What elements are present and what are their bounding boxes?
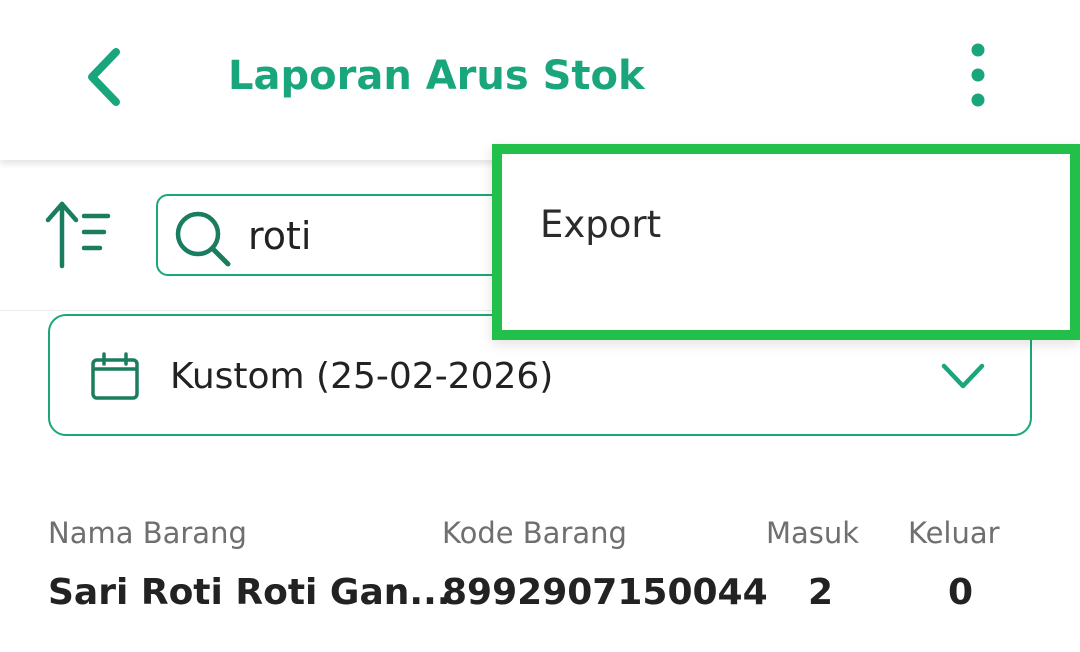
page-title: Laporan Arus Stok (228, 53, 645, 99)
more-options-button[interactable] (958, 40, 998, 114)
cell-masuk: 2 (808, 572, 834, 613)
app-bar: Laporan Arus Stok (0, 0, 1080, 160)
search-input[interactable] (248, 208, 528, 264)
column-header-masuk: Masuk (766, 516, 860, 550)
chevron-left-icon (88, 48, 120, 106)
more-vertical-icon (971, 43, 985, 107)
overflow-menu: Export (492, 144, 1080, 340)
cell-keluar: 0 (948, 572, 974, 613)
column-header-keluar: Keluar (908, 516, 1000, 550)
column-header-kode-barang: Kode Barang (442, 516, 627, 550)
sort-ascending-icon (45, 201, 111, 269)
menu-item-export[interactable]: Export (540, 200, 661, 250)
cell-nama-barang: Sari Roti Roti Gan... (48, 572, 451, 613)
calendar-icon (91, 352, 139, 400)
search-box[interactable] (156, 194, 536, 276)
column-header-nama-barang: Nama Barang (48, 516, 247, 550)
search-icon (175, 211, 231, 267)
date-range-label: Kustom (25-02-2026) (170, 356, 554, 397)
sort-button[interactable] (40, 198, 116, 272)
cell-kode-barang: 8992907150044 (442, 572, 768, 613)
back-button[interactable] (78, 42, 134, 112)
chevron-down-icon (941, 363, 985, 389)
